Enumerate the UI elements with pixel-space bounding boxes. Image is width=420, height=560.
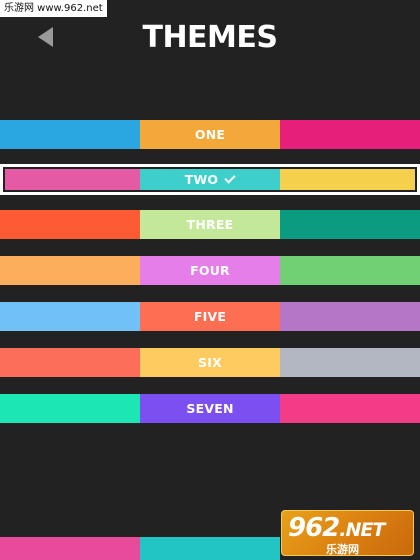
watermark-text: 乐游网 www.962.net	[0, 0, 107, 17]
theme-row-seven[interactable]: SEVEN	[0, 394, 420, 423]
theme-swatch-left	[0, 120, 140, 149]
theme-label: TWO	[184, 172, 219, 187]
theme-row-four[interactable]: FOUR	[0, 256, 420, 285]
theme-swatch-right	[280, 394, 420, 423]
theme-label: FOUR	[190, 263, 230, 278]
theme-swatch-left	[0, 348, 140, 377]
theme-row-one[interactable]: ONE	[0, 120, 420, 149]
theme-swatch-right	[280, 256, 420, 285]
theme-swatch-right	[280, 120, 420, 149]
watermark-logo-suffix: .NET	[339, 519, 385, 541]
page-title: THEMES	[142, 20, 278, 55]
theme-swatch-right	[280, 169, 415, 190]
partial-row-left	[0, 537, 140, 560]
theme-swatch-mid: TWO	[140, 169, 280, 190]
theme-swatch-right	[280, 348, 420, 377]
theme-label: SEVEN	[186, 401, 234, 416]
theme-swatch-mid: ONE	[140, 120, 280, 149]
theme-swatch-left	[5, 169, 140, 190]
theme-swatch-mid: SIX	[140, 348, 280, 377]
theme-swatch-left	[0, 394, 140, 423]
partial-row-mid	[140, 537, 280, 560]
theme-label: SIX	[198, 355, 222, 370]
watermark-logo-number: 962	[288, 513, 340, 543]
theme-swatch-left	[0, 256, 140, 285]
checkmark-icon	[224, 171, 236, 184]
theme-swatch-mid: FOUR	[140, 256, 280, 285]
theme-label: FIVE	[193, 309, 227, 324]
theme-swatch-mid: SEVEN	[140, 394, 280, 423]
theme-swatch-mid: FIVE	[140, 302, 280, 331]
theme-label: THREE	[186, 217, 234, 232]
theme-swatch-left	[0, 302, 140, 331]
theme-label: ONE	[194, 127, 226, 142]
watermark-logo-cn: 乐游网	[326, 543, 359, 556]
theme-swatch-right	[280, 302, 420, 331]
theme-swatch-left	[0, 210, 140, 239]
theme-row-three[interactable]: THREE	[0, 210, 420, 239]
theme-row-two[interactable]: TWO	[0, 164, 420, 195]
watermark-logo: 962.NET 乐游网	[281, 510, 414, 556]
theme-row-six[interactable]: SIX	[0, 348, 420, 377]
theme-swatch-mid: THREE	[140, 210, 280, 239]
theme-swatch-right	[280, 210, 420, 239]
theme-row-five[interactable]: FIVE	[0, 302, 420, 331]
